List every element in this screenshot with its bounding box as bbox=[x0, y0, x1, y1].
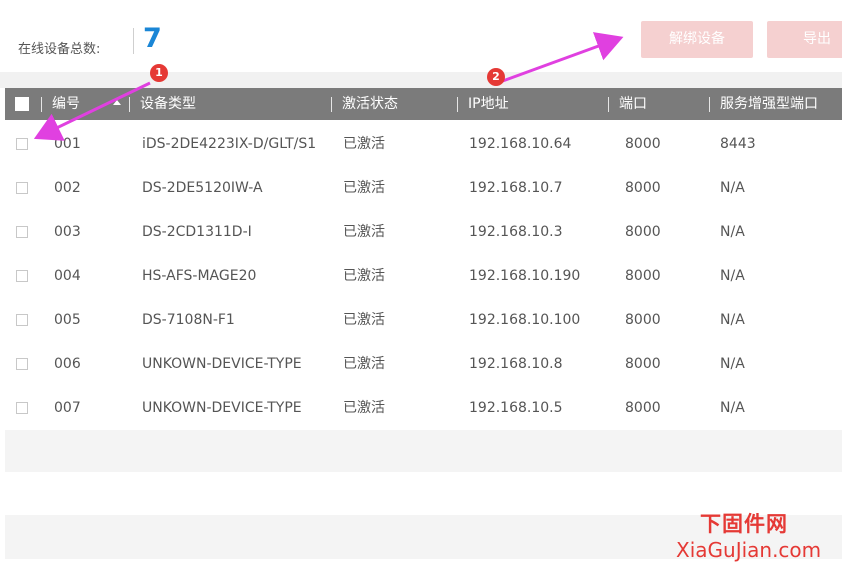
column-header-ip[interactable]: IP地址 bbox=[468, 88, 509, 120]
cell-device-type: HS-AFS-MAGE20 bbox=[142, 268, 257, 284]
cell-device-type: DS-2DE5120IW-A bbox=[142, 180, 263, 196]
column-separator bbox=[608, 97, 609, 112]
cell-device-type: UNKOWN-DEVICE-TYPE bbox=[142, 356, 302, 372]
column-header-status[interactable]: 激活状态 bbox=[342, 88, 398, 120]
cell-port: 8000 bbox=[625, 356, 661, 372]
cell-device-type: iDS-2DE4223IX-D/GLT/S1 bbox=[142, 136, 317, 152]
cell-status: 已激活 bbox=[343, 268, 385, 284]
row-checkbox[interactable] bbox=[16, 138, 28, 150]
cell-device-type: UNKOWN-DEVICE-TYPE bbox=[142, 400, 302, 416]
divider bbox=[133, 28, 134, 54]
online-count-value: 7 bbox=[143, 23, 162, 54]
row-checkbox[interactable] bbox=[16, 270, 28, 282]
table-row[interactable]: 004 HS-AFS-MAGE20 已激活 192.168.10.190 800… bbox=[5, 254, 842, 298]
cell-enhanced-port: N/A bbox=[720, 268, 745, 284]
step-badge-2: 2 bbox=[487, 68, 505, 86]
cell-id: 003 bbox=[54, 224, 81, 240]
row-checkbox[interactable] bbox=[16, 402, 28, 414]
cell-id: 002 bbox=[54, 180, 81, 196]
table-row[interactable]: 002 DS-2DE5120IW-A 已激活 192.168.10.7 8000… bbox=[5, 166, 842, 210]
cell-port: 8000 bbox=[625, 136, 661, 152]
row-checkbox[interactable] bbox=[16, 358, 28, 370]
watermark-en: XiaGuJian.com bbox=[676, 538, 822, 562]
cell-device-type: DS-2CD1311D-I bbox=[142, 224, 252, 240]
column-header-id[interactable]: 编号 bbox=[52, 88, 80, 120]
spacer-strip bbox=[0, 72, 842, 88]
watermark-cn: 下固件网 bbox=[700, 512, 788, 536]
column-separator bbox=[129, 97, 130, 112]
column-separator bbox=[457, 97, 458, 112]
cell-id: 001 bbox=[54, 136, 81, 152]
cell-status: 已激活 bbox=[343, 400, 385, 416]
cell-enhanced-port: N/A bbox=[720, 400, 745, 416]
cell-ip: 192.168.10.3 bbox=[469, 224, 563, 240]
column-separator bbox=[331, 97, 332, 112]
cell-port: 8000 bbox=[625, 224, 661, 240]
cell-enhanced-port: N/A bbox=[720, 356, 745, 372]
online-count-label: 在线设备总数: bbox=[18, 42, 101, 57]
column-separator bbox=[41, 97, 42, 112]
empty-row-band bbox=[5, 430, 842, 472]
column-header-device-type[interactable]: 设备类型 bbox=[140, 88, 196, 120]
cell-id: 004 bbox=[54, 268, 81, 284]
table-row[interactable]: 005 DS-7108N-F1 已激活 192.168.10.100 8000 … bbox=[5, 298, 842, 342]
cell-ip: 192.168.10.7 bbox=[469, 180, 563, 196]
cell-enhanced-port: N/A bbox=[720, 312, 745, 328]
table-header: 编号 设备类型 激活状态 IP地址 端口 服务增强型端口 bbox=[5, 88, 842, 120]
row-checkbox[interactable] bbox=[16, 314, 28, 326]
top-bar: 在线设备总数: 7 解绑设备 导出 bbox=[0, 0, 842, 72]
sort-ascending-icon[interactable] bbox=[113, 100, 121, 105]
unbind-device-button[interactable]: 解绑设备 bbox=[641, 21, 753, 58]
cell-port: 8000 bbox=[625, 268, 661, 284]
table-row[interactable]: 001 iDS-2DE4223IX-D/GLT/S1 已激活 192.168.1… bbox=[5, 122, 842, 166]
column-header-enhanced-port[interactable]: 服务增强型端口 bbox=[720, 88, 818, 120]
cell-ip: 192.168.10.8 bbox=[469, 356, 563, 372]
cell-port: 8000 bbox=[625, 180, 661, 196]
cell-status: 已激活 bbox=[343, 356, 385, 372]
cell-port: 8000 bbox=[625, 400, 661, 416]
cell-port: 8000 bbox=[625, 312, 661, 328]
cell-status: 已激活 bbox=[343, 180, 385, 196]
cell-status: 已激活 bbox=[343, 312, 385, 328]
column-header-port[interactable]: 端口 bbox=[619, 88, 647, 120]
cell-status: 已激活 bbox=[343, 224, 385, 240]
row-checkbox[interactable] bbox=[16, 226, 28, 238]
cell-id: 005 bbox=[54, 312, 81, 328]
cell-ip: 192.168.10.5 bbox=[469, 400, 563, 416]
cell-ip: 192.168.10.64 bbox=[469, 136, 572, 152]
column-separator bbox=[709, 97, 710, 112]
cell-device-type: DS-7108N-F1 bbox=[142, 312, 235, 328]
step-badge-1: 1 bbox=[150, 64, 168, 82]
table-row[interactable]: 003 DS-2CD1311D-I 已激活 192.168.10.3 8000 … bbox=[5, 210, 842, 254]
row-checkbox[interactable] bbox=[16, 182, 28, 194]
cell-enhanced-port: N/A bbox=[720, 180, 745, 196]
cell-id: 007 bbox=[54, 400, 81, 416]
cell-enhanced-port: N/A bbox=[720, 224, 745, 240]
table-row[interactable]: 006 UNKOWN-DEVICE-TYPE 已激活 192.168.10.8 … bbox=[5, 342, 842, 386]
cell-ip: 192.168.10.100 bbox=[469, 312, 581, 328]
cell-ip: 192.168.10.190 bbox=[469, 268, 581, 284]
select-all-checkbox[interactable] bbox=[15, 97, 29, 111]
cell-status: 已激活 bbox=[343, 136, 385, 152]
cell-id: 006 bbox=[54, 356, 81, 372]
export-button[interactable]: 导出 bbox=[767, 21, 842, 58]
cell-enhanced-port: 8443 bbox=[720, 136, 756, 152]
table-row[interactable]: 007 UNKOWN-DEVICE-TYPE 已激活 192.168.10.5 … bbox=[5, 386, 842, 430]
